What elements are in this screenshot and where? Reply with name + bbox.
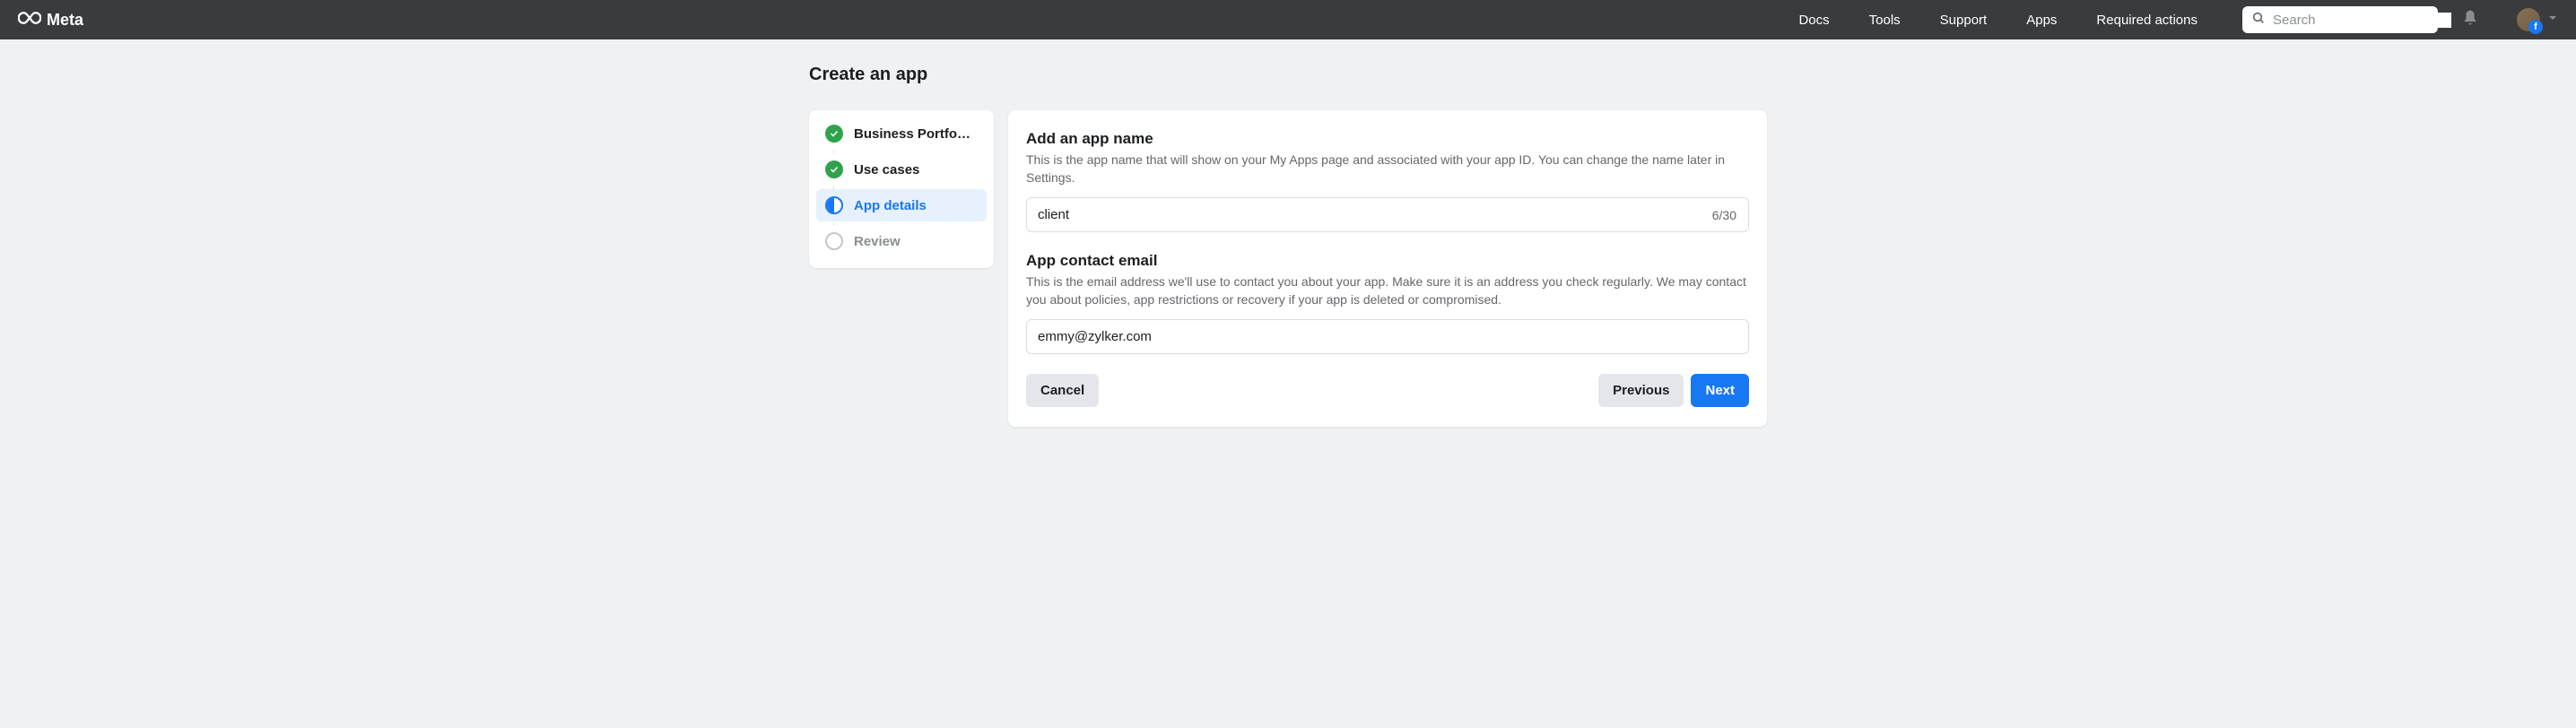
checkmark-icon (825, 125, 843, 143)
page-container: Create an app Business Portfo… (795, 39, 1781, 452)
bell-icon[interactable] (2445, 9, 2479, 31)
search-box[interactable] (2242, 6, 2438, 33)
top-header: Meta Docs Tools Support Apps Required ac… (0, 0, 2576, 39)
step-list: Business Portfo… Use cases A (816, 117, 987, 257)
email-group: App contact email This is the email addr… (1026, 252, 1749, 354)
meta-logo[interactable]: Meta (18, 6, 83, 34)
nav-required-actions[interactable]: Required actions (2096, 13, 2197, 28)
char-counter: 6/30 (1712, 208, 1736, 222)
checkmark-icon (825, 160, 843, 178)
nav-apps[interactable]: Apps (2026, 13, 2057, 28)
nav-support[interactable]: Support (1940, 13, 1988, 28)
cancel-button[interactable]: Cancel (1026, 374, 1099, 407)
empty-circle-icon (825, 232, 843, 250)
search-input[interactable] (2273, 13, 2451, 28)
app-name-description: This is the app name that will show on y… (1026, 152, 1749, 186)
button-row: Cancel Previous Next (1026, 374, 1749, 407)
step-label: Use cases (854, 162, 919, 178)
facebook-badge-icon: f (2528, 20, 2543, 34)
brand-text: Meta (47, 11, 83, 30)
search-icon (2251, 11, 2273, 30)
next-button[interactable]: Next (1691, 374, 1749, 407)
top-nav: Docs Tools Support Apps Required actions (1798, 13, 2197, 28)
main-panel: Add an app name This is the app name tha… (1008, 110, 1767, 427)
email-description: This is the email address we'll use to c… (1026, 273, 1749, 308)
user-menu[interactable]: f (2517, 8, 2558, 31)
nav-docs[interactable]: Docs (1798, 13, 1829, 28)
half-circle-icon (825, 196, 843, 214)
step-review[interactable]: Review (816, 225, 987, 257)
step-use-cases[interactable]: Use cases (816, 153, 987, 186)
step-sidebar: Business Portfo… Use cases A (809, 110, 994, 268)
app-name-label: Add an app name (1026, 130, 1749, 148)
previous-button[interactable]: Previous (1598, 374, 1684, 407)
avatar: f (2517, 8, 2540, 31)
step-business-portfolio[interactable]: Business Portfo… (816, 117, 987, 150)
step-label: Review (854, 234, 901, 249)
app-name-input[interactable] (1026, 197, 1749, 232)
app-name-group: Add an app name This is the app name tha… (1026, 130, 1749, 232)
layout: Business Portfo… Use cases A (809, 110, 1767, 427)
infinity-icon (18, 6, 41, 34)
step-app-details[interactable]: App details (816, 189, 987, 221)
step-label: Business Portfo… (854, 126, 970, 142)
email-label: App contact email (1026, 252, 1749, 270)
chevron-down-icon (2547, 12, 2558, 28)
email-input[interactable] (1026, 319, 1749, 354)
step-label: App details (854, 198, 927, 213)
page-title: Create an app (809, 65, 1767, 85)
nav-tools[interactable]: Tools (1869, 13, 1901, 28)
